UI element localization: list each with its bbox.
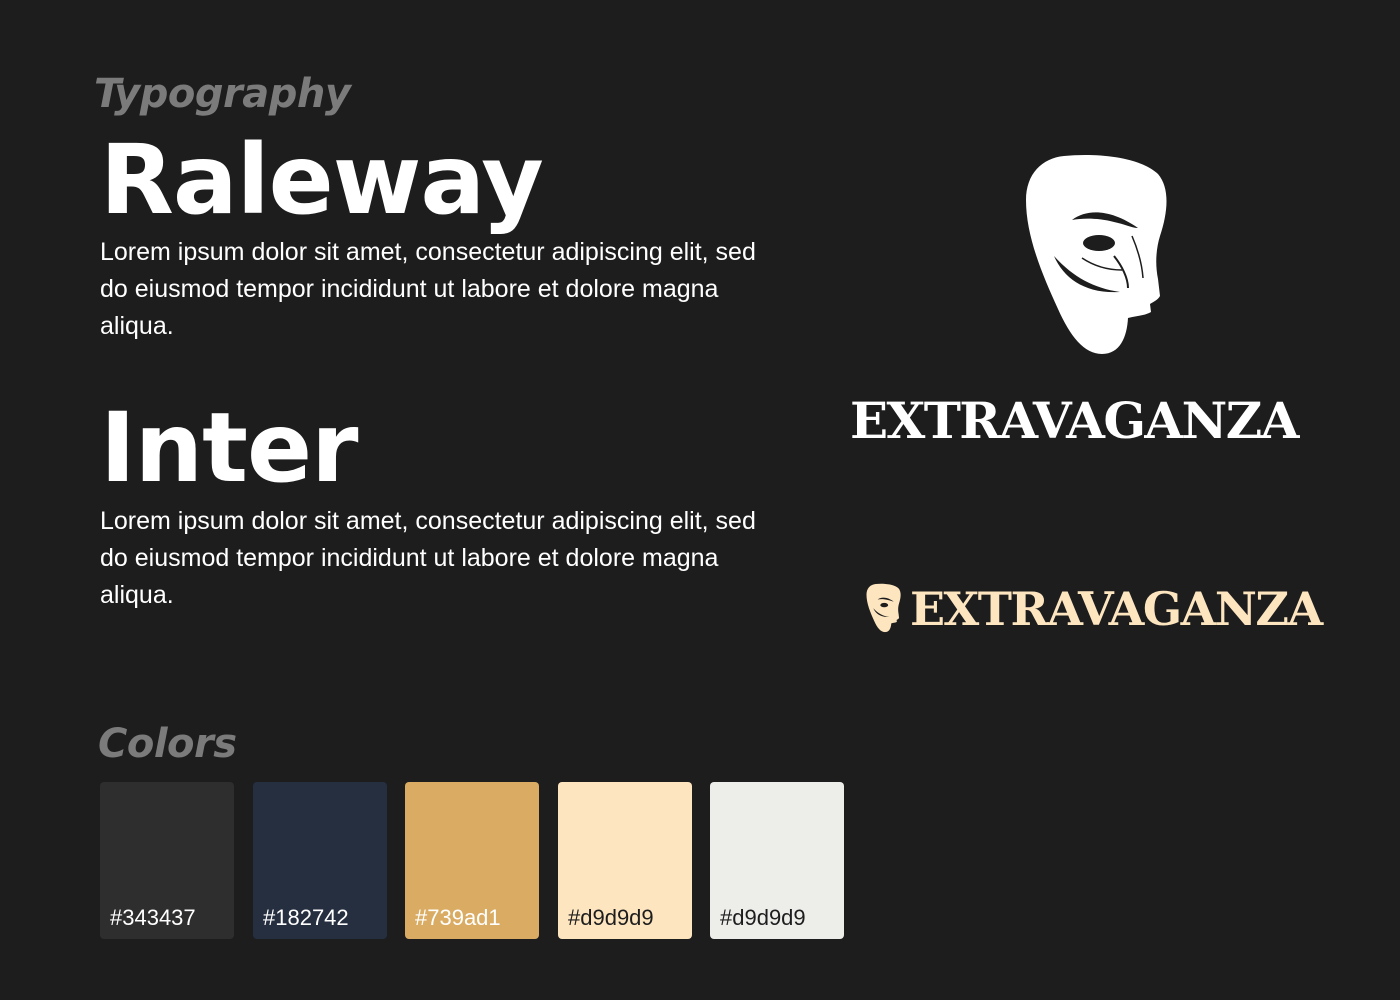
color-swatch: #343437 — [100, 782, 234, 939]
color-swatch-label: #d9d9d9 — [720, 905, 806, 930]
color-swatch: #d9d9d9 — [710, 782, 844, 939]
font-sample-raleway: Lorem ipsum dolor sit amet, consectetur … — [100, 238, 756, 340]
logo-wordmark-small: EXTRAVAGANZA — [910, 582, 1323, 636]
colors-heading: Colors — [98, 721, 237, 767]
theater-mask-icon — [1026, 154, 1167, 354]
theater-mask-icon — [866, 583, 901, 633]
typography-heading: Typography — [94, 71, 351, 117]
color-swatch: #d9d9d9 — [558, 782, 692, 939]
color-swatch: #739ad1 — [405, 782, 539, 939]
font-name-raleway: Raleway — [100, 124, 544, 236]
color-swatch-label: #d9d9d9 — [568, 905, 654, 930]
font-sample-inter: Lorem ipsum dolor sit amet, consectetur … — [100, 507, 756, 609]
color-swatch-label: #182742 — [263, 905, 349, 930]
color-swatches: #343437 #182742 #739ad1 #d9d9d9 #d9d9d9 — [100, 782, 860, 939]
color-swatch-label: #343437 — [110, 905, 196, 930]
logo-wordmark-large: EXTRAVAGANZA — [850, 391, 1299, 450]
font-name-inter: Inter — [100, 392, 358, 504]
color-swatch: #182742 — [253, 782, 387, 939]
color-swatch-label: #739ad1 — [415, 905, 501, 930]
